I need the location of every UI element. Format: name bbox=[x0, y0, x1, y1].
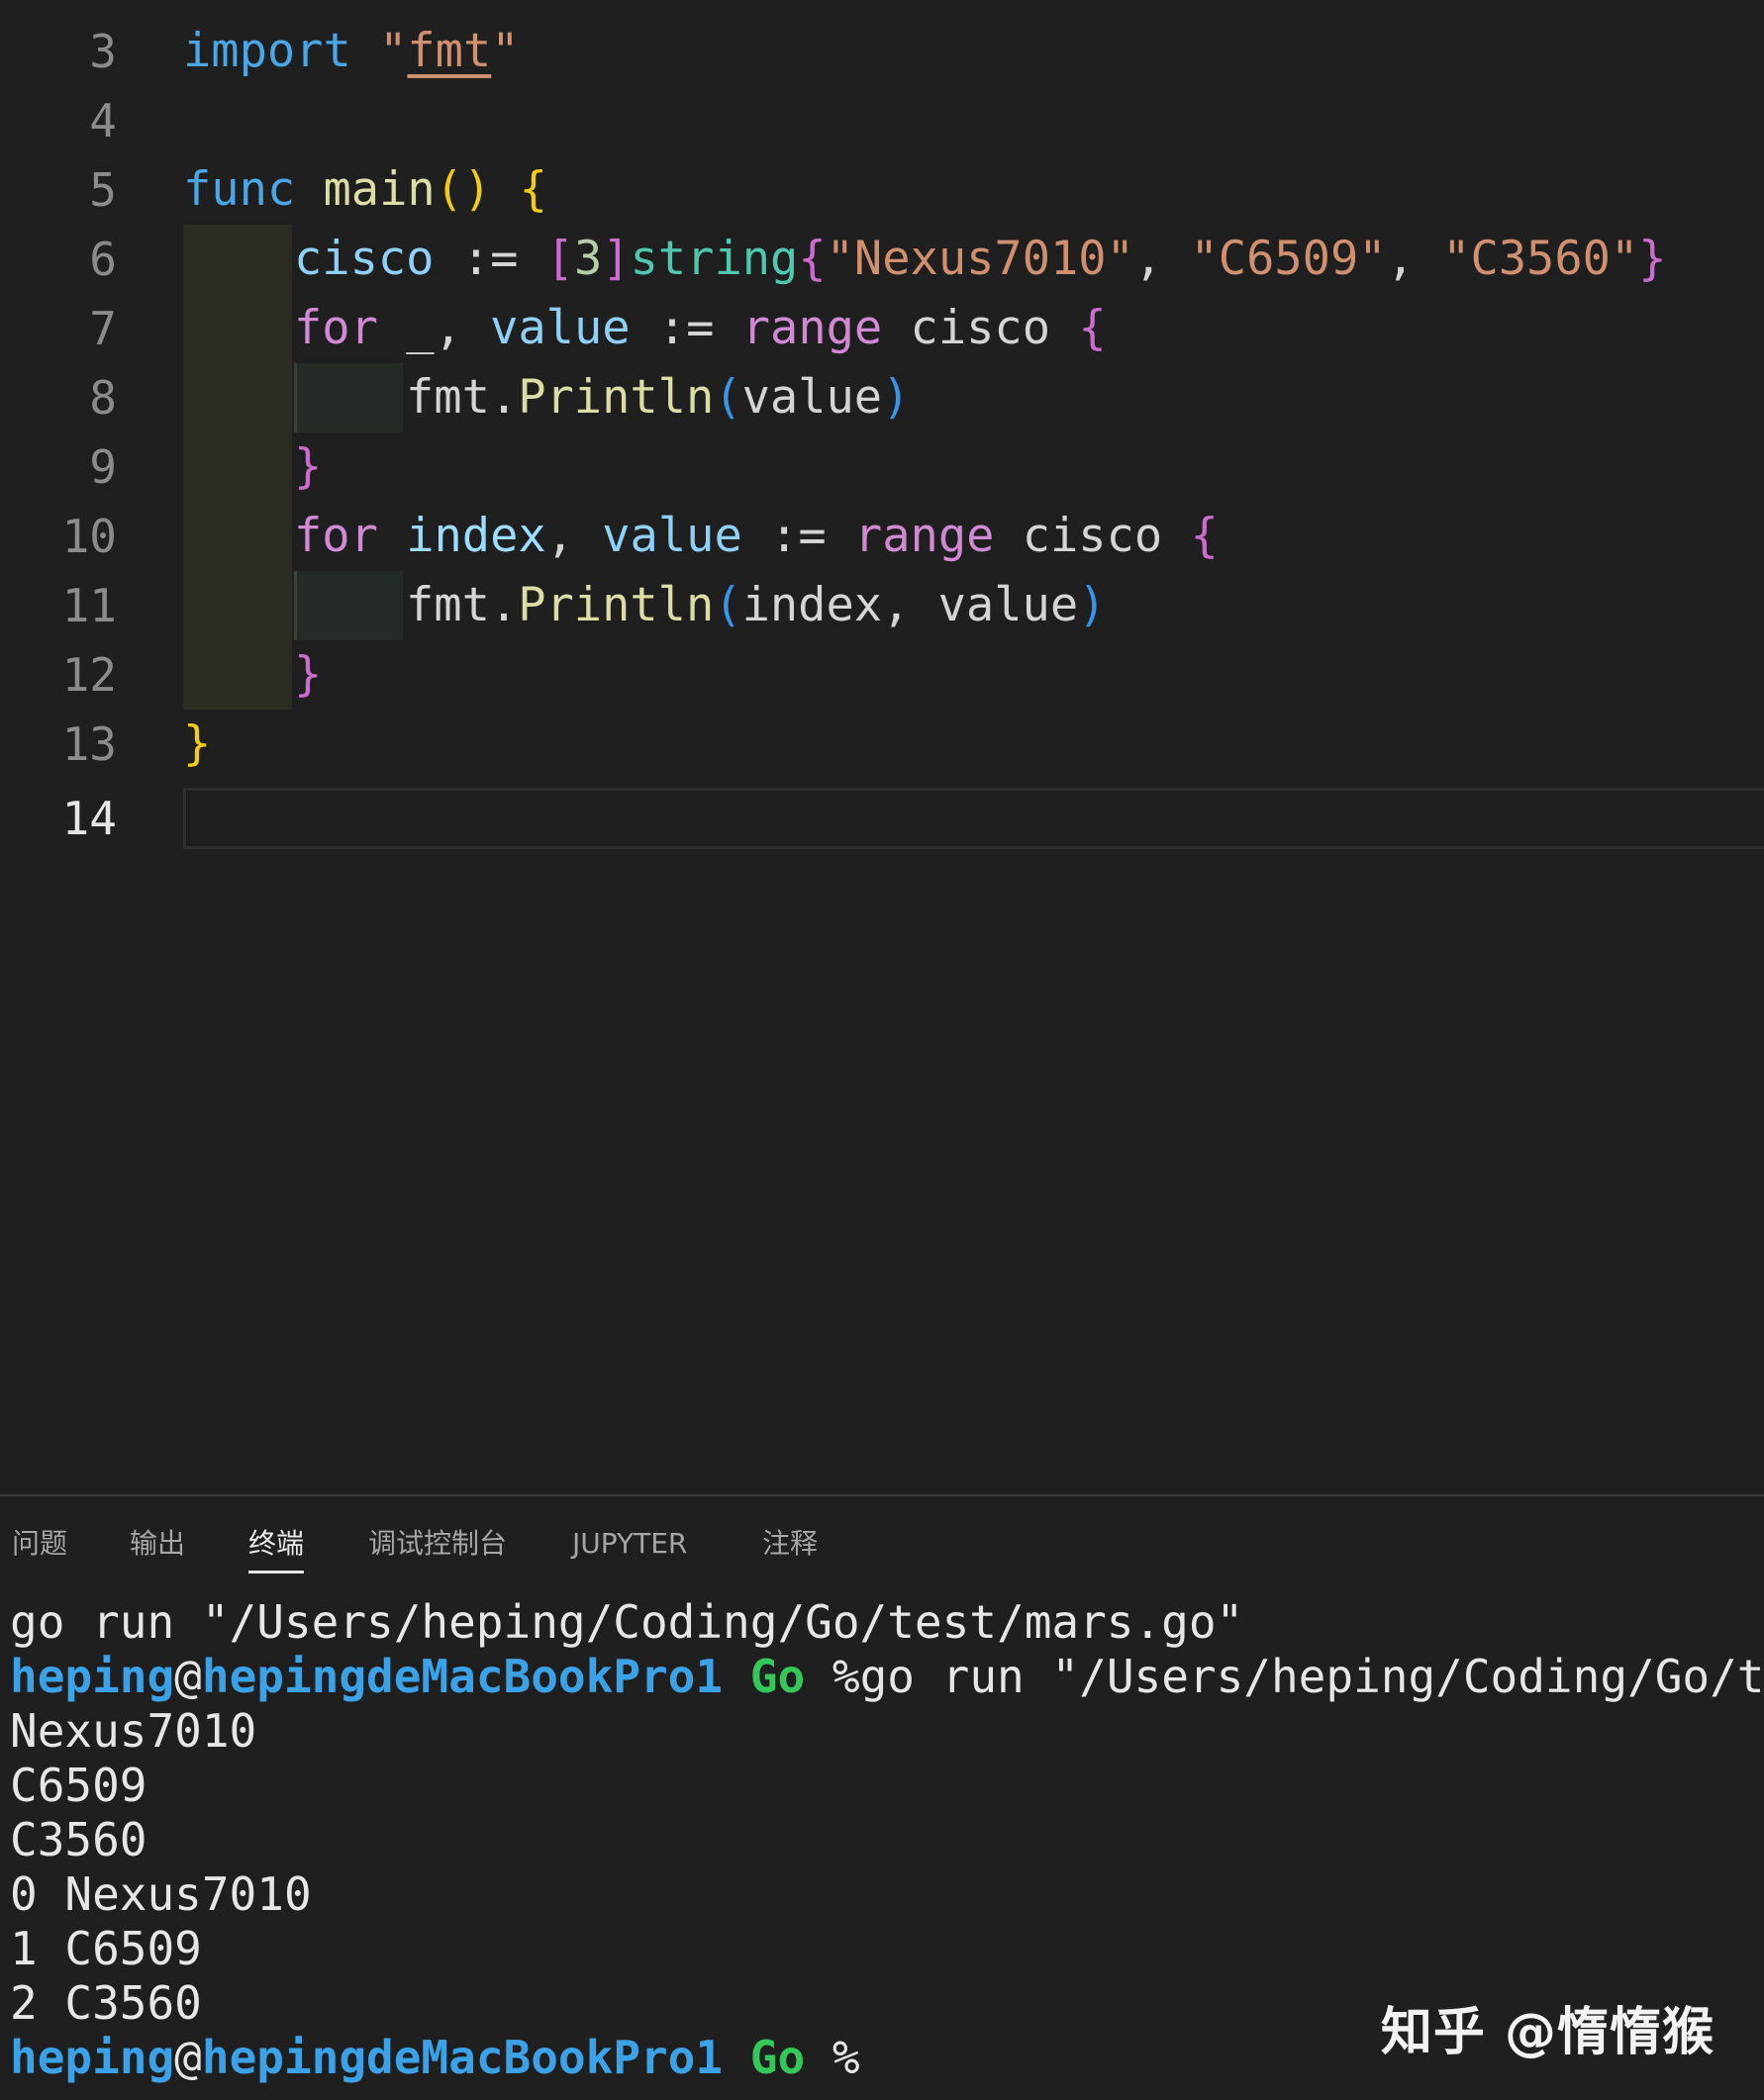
line-number: 13 bbox=[61, 717, 117, 771]
indent-guide bbox=[183, 363, 292, 432]
tab-comments[interactable]: 注释 bbox=[762, 1518, 818, 1574]
code-text[interactable]: } bbox=[294, 640, 322, 710]
terminal-line: go run "/Users/heping/Coding/Go/test/mar… bbox=[10, 1595, 1244, 1649]
code-text[interactable]: fmt.Println(index, value) bbox=[406, 571, 1106, 640]
watermark: 知乎 @惰惰猴 bbox=[1380, 2003, 1715, 2062]
line-number: 14 bbox=[61, 792, 117, 845]
line-number: 4 bbox=[89, 94, 117, 147]
code-line[interactable]: 13 } bbox=[0, 710, 1764, 779]
indent-guide bbox=[183, 502, 292, 571]
bottom-panel: 问题 输出 终端 调试控制台 JUPYTER 注释 go run "/Users… bbox=[0, 1494, 1764, 2100]
line-number: 6 bbox=[89, 233, 117, 286]
line-number: 8 bbox=[89, 371, 117, 425]
code-line[interactable]: 5 func main() { bbox=[0, 155, 1764, 225]
code-text[interactable]: for _, value := range cisco { bbox=[294, 294, 1107, 363]
indent-guide bbox=[183, 432, 292, 502]
line-number: 9 bbox=[89, 440, 117, 494]
code-line[interactable]: 6 cisco := [3]string{"Nexus7010", "C6509… bbox=[0, 225, 1764, 294]
indent-guide bbox=[294, 571, 403, 640]
code-text[interactable]: cisco := [3]string{"Nexus7010", "C6509",… bbox=[294, 225, 1667, 294]
indent-guide bbox=[294, 363, 403, 432]
tab-jupyter[interactable]: JUPYTER bbox=[572, 1518, 687, 1574]
indent-guide-line bbox=[294, 571, 297, 640]
terminal-line: 1 C6509 bbox=[10, 1922, 202, 1975]
terminal-line: 0 Nexus7010 bbox=[10, 1867, 312, 1921]
line-number: 3 bbox=[89, 25, 117, 78]
indent-guide bbox=[183, 571, 292, 640]
indent-guide bbox=[183, 225, 292, 294]
line-number: 7 bbox=[89, 302, 117, 355]
code-line[interactable]: 9 } bbox=[0, 432, 1764, 502]
indent-guide bbox=[183, 640, 292, 710]
code-line[interactable]: 7 for _, value := range cisco { bbox=[0, 294, 1764, 363]
tab-problems[interactable]: 问题 bbox=[12, 1518, 67, 1574]
indent-guide-line bbox=[294, 363, 297, 432]
line-number: 11 bbox=[61, 579, 117, 632]
code-line[interactable]: 8 fmt.Println(value) bbox=[0, 363, 1764, 432]
indent-guide bbox=[183, 294, 292, 363]
tab-output[interactable]: 输出 bbox=[130, 1518, 185, 1574]
code-text[interactable]: } bbox=[183, 710, 211, 779]
terminal-line: C3560 bbox=[10, 1813, 147, 1866]
tab-debug-console[interactable]: 调试控制台 bbox=[368, 1518, 507, 1574]
line-number: 10 bbox=[61, 510, 117, 563]
line-number: 5 bbox=[89, 163, 117, 217]
code-text[interactable]: import "fmt" bbox=[183, 17, 520, 86]
code-text[interactable]: for index, value := range cisco { bbox=[294, 502, 1219, 571]
terminal-line: C6509 bbox=[10, 1759, 147, 1812]
code-text[interactable]: } bbox=[294, 432, 322, 502]
line-number: 12 bbox=[61, 648, 117, 702]
code-line-active[interactable]: 14 bbox=[0, 784, 1764, 853]
tab-terminal[interactable]: 终端 bbox=[248, 1518, 305, 1574]
code-line[interactable]: 12 } bbox=[0, 640, 1764, 710]
code-line[interactable]: 4 bbox=[0, 86, 1764, 155]
terminal-prompt: heping@hepingdeMacBookPro1 Go %go run "/… bbox=[10, 1650, 1764, 1703]
code-text[interactable]: fmt.Println(value) bbox=[406, 363, 910, 432]
terminal-line: Nexus7010 bbox=[10, 1704, 257, 1758]
code-line[interactable]: 11 fmt.Println(index, value) bbox=[0, 571, 1764, 640]
code-text[interactable]: func main() { bbox=[183, 155, 547, 225]
code-line[interactable]: 10 for index, value := range cisco { bbox=[0, 502, 1764, 571]
code-line[interactable]: 3 import "fmt" bbox=[0, 17, 1764, 86]
panel-tabs: 问题 输出 终端 调试控制台 JUPYTER 注释 bbox=[0, 1518, 1764, 1574]
code-editor[interactable]: 3 import "fmt" 4 5 func main() { 6 cisco… bbox=[0, 0, 1764, 1494]
